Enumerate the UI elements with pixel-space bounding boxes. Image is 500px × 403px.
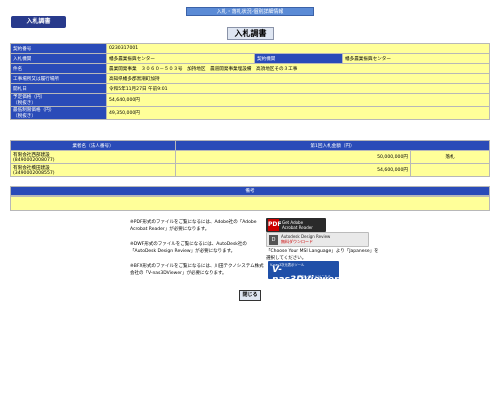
- row-planned-price: 予定価格（円） （税抜き） 54,640,000円: [10, 93, 490, 107]
- page-title: 入札調書: [227, 27, 274, 40]
- value-contract-org: 幡多農業振興センター: [342, 53, 490, 64]
- value-min-price: 49,350,000円: [106, 106, 490, 120]
- autodesk-line2: 無料ダウンロード: [281, 239, 313, 244]
- bid-table-header: 業者名（法人番号） 第1回入札金額（円）: [10, 140, 490, 151]
- label-min-price: 最低制限価格（円） （税抜き）: [10, 106, 107, 120]
- contract-info-table: 契約番号 0230317001 入札機関 幡多農業振興センター 契約機関 幡多農…: [10, 43, 490, 120]
- adobe-line2: Acrobat Reader: [282, 225, 313, 230]
- table-row: 有限会社橋田建設 (3490002008557) 54,600,000円: [10, 163, 490, 177]
- label-contract-org: 契約機関: [254, 53, 343, 64]
- bid-status: [410, 163, 490, 177]
- value-place: 高知県幡多郡黒潮町加持: [106, 73, 490, 84]
- label-planned-price-sub: （税抜き）: [13, 101, 36, 106]
- row-org: 入札機関 幡多農業振興センター 契約機関 幡多農業振興センター: [10, 53, 490, 64]
- bid-amount: 54,600,000円: [175, 163, 411, 177]
- note-dwf: ※DWF形式のファイルをご覧になるには、AutoDesk社の「AutoDesk …: [130, 242, 247, 254]
- adobe-banner-text: Get Adobe Acrobat Reader: [282, 220, 313, 230]
- bidder-corp-no: (8490002008077): [13, 157, 55, 163]
- bid-status: 落札: [410, 150, 490, 164]
- bid-amount: 50,000,000円: [175, 150, 411, 164]
- row-place: 工事場所又は履行場所 高知県幡多郡黒潮町加持: [10, 73, 490, 84]
- bidder-corp-no: (3490002008557): [13, 170, 55, 176]
- note-pdf: ※PDF形式のファイルをご覧になるには、Adobe社の「Adobe Acroba…: [130, 220, 257, 232]
- autodesk-icon: D: [269, 235, 278, 245]
- vnas-bottom-text: ダウンロードはこちら: [298, 275, 331, 279]
- close-button[interactable]: 閉じる: [239, 290, 261, 301]
- note-bfx: ※BFX形式のファイルをご覧になるには、川田テクノシステム株式会社の「V-nas…: [130, 264, 264, 276]
- label-min-price-sub: （税抜き）: [13, 114, 36, 119]
- row-min-price: 最低制限価格（円） （税抜き） 49,350,000円: [10, 106, 490, 120]
- header-bidder-name: 業者名（法人番号）: [10, 140, 176, 151]
- bid-table: 業者名（法人番号） 第1回入札金額（円） 有限会社西部建設 (849000200…: [10, 140, 490, 177]
- table-row: 有限会社西部建設 (8490002008077) 50,000,000円 落札: [10, 150, 490, 164]
- autodesk-design-review-banner[interactable]: D Autodesk Design Review 無料ダウンロード: [266, 232, 369, 247]
- tab-bid-record[interactable]: 入札調書: [11, 16, 66, 28]
- bidder-cell: 有限会社橋田建設 (3490002008557): [10, 163, 176, 177]
- remarks-body: [10, 196, 490, 211]
- label-planned-price: 予定価格（円） （税抜き）: [10, 93, 107, 107]
- header-bar: 入札・落札状況-個別詳細情報: [186, 7, 314, 16]
- label-bid-org: 入札機関: [10, 53, 107, 64]
- value-planned-price: 54,640,000円: [106, 93, 490, 107]
- value-case-name: 農業開発事業 ３０６０－５０３号 加持地区 農道開発事業埋設備 高須地区その３工…: [106, 63, 490, 74]
- bidder-cell: 有限会社西部建設 (8490002008077): [10, 150, 176, 164]
- vnas-viewer-banner[interactable]: V-nas3次元表示ツール V-nas3DViewer ダウンロードはこちら: [268, 261, 339, 279]
- label-case-name: 件名: [10, 63, 107, 74]
- label-contract-no: 契約番号: [10, 43, 107, 54]
- remarks-header: 備考: [10, 186, 490, 196]
- value-contract-no: 0230317001: [106, 43, 490, 54]
- adobe-reader-banner[interactable]: PDF Get Adobe Acrobat Reader: [266, 218, 326, 232]
- row-case-name: 件名 農業開発事業 ３０６０－５０３号 加持地区 農道開発事業埋設備 高須地区そ…: [10, 63, 490, 74]
- value-bid-org: 幡多農業振興センター: [106, 53, 255, 64]
- row-date: 開札日 令和5年11月27日 午前9:01: [10, 83, 490, 94]
- label-place: 工事場所又は履行場所: [10, 73, 107, 84]
- label-date: 開札日: [10, 83, 107, 94]
- value-date: 令和5年11月27日 午前9:01: [106, 83, 490, 94]
- autodesk-banner-text: Autodesk Design Review 無料ダウンロード: [281, 234, 330, 244]
- pdf-icon: PDF: [268, 219, 281, 231]
- header-first-amount: 第1回入札金額（円）: [175, 140, 490, 151]
- row-contract-no: 契約番号 0230317001: [10, 43, 490, 54]
- note-dwf-language: 「Choose Your MSI Language」より「Japanese」を選…: [266, 249, 379, 261]
